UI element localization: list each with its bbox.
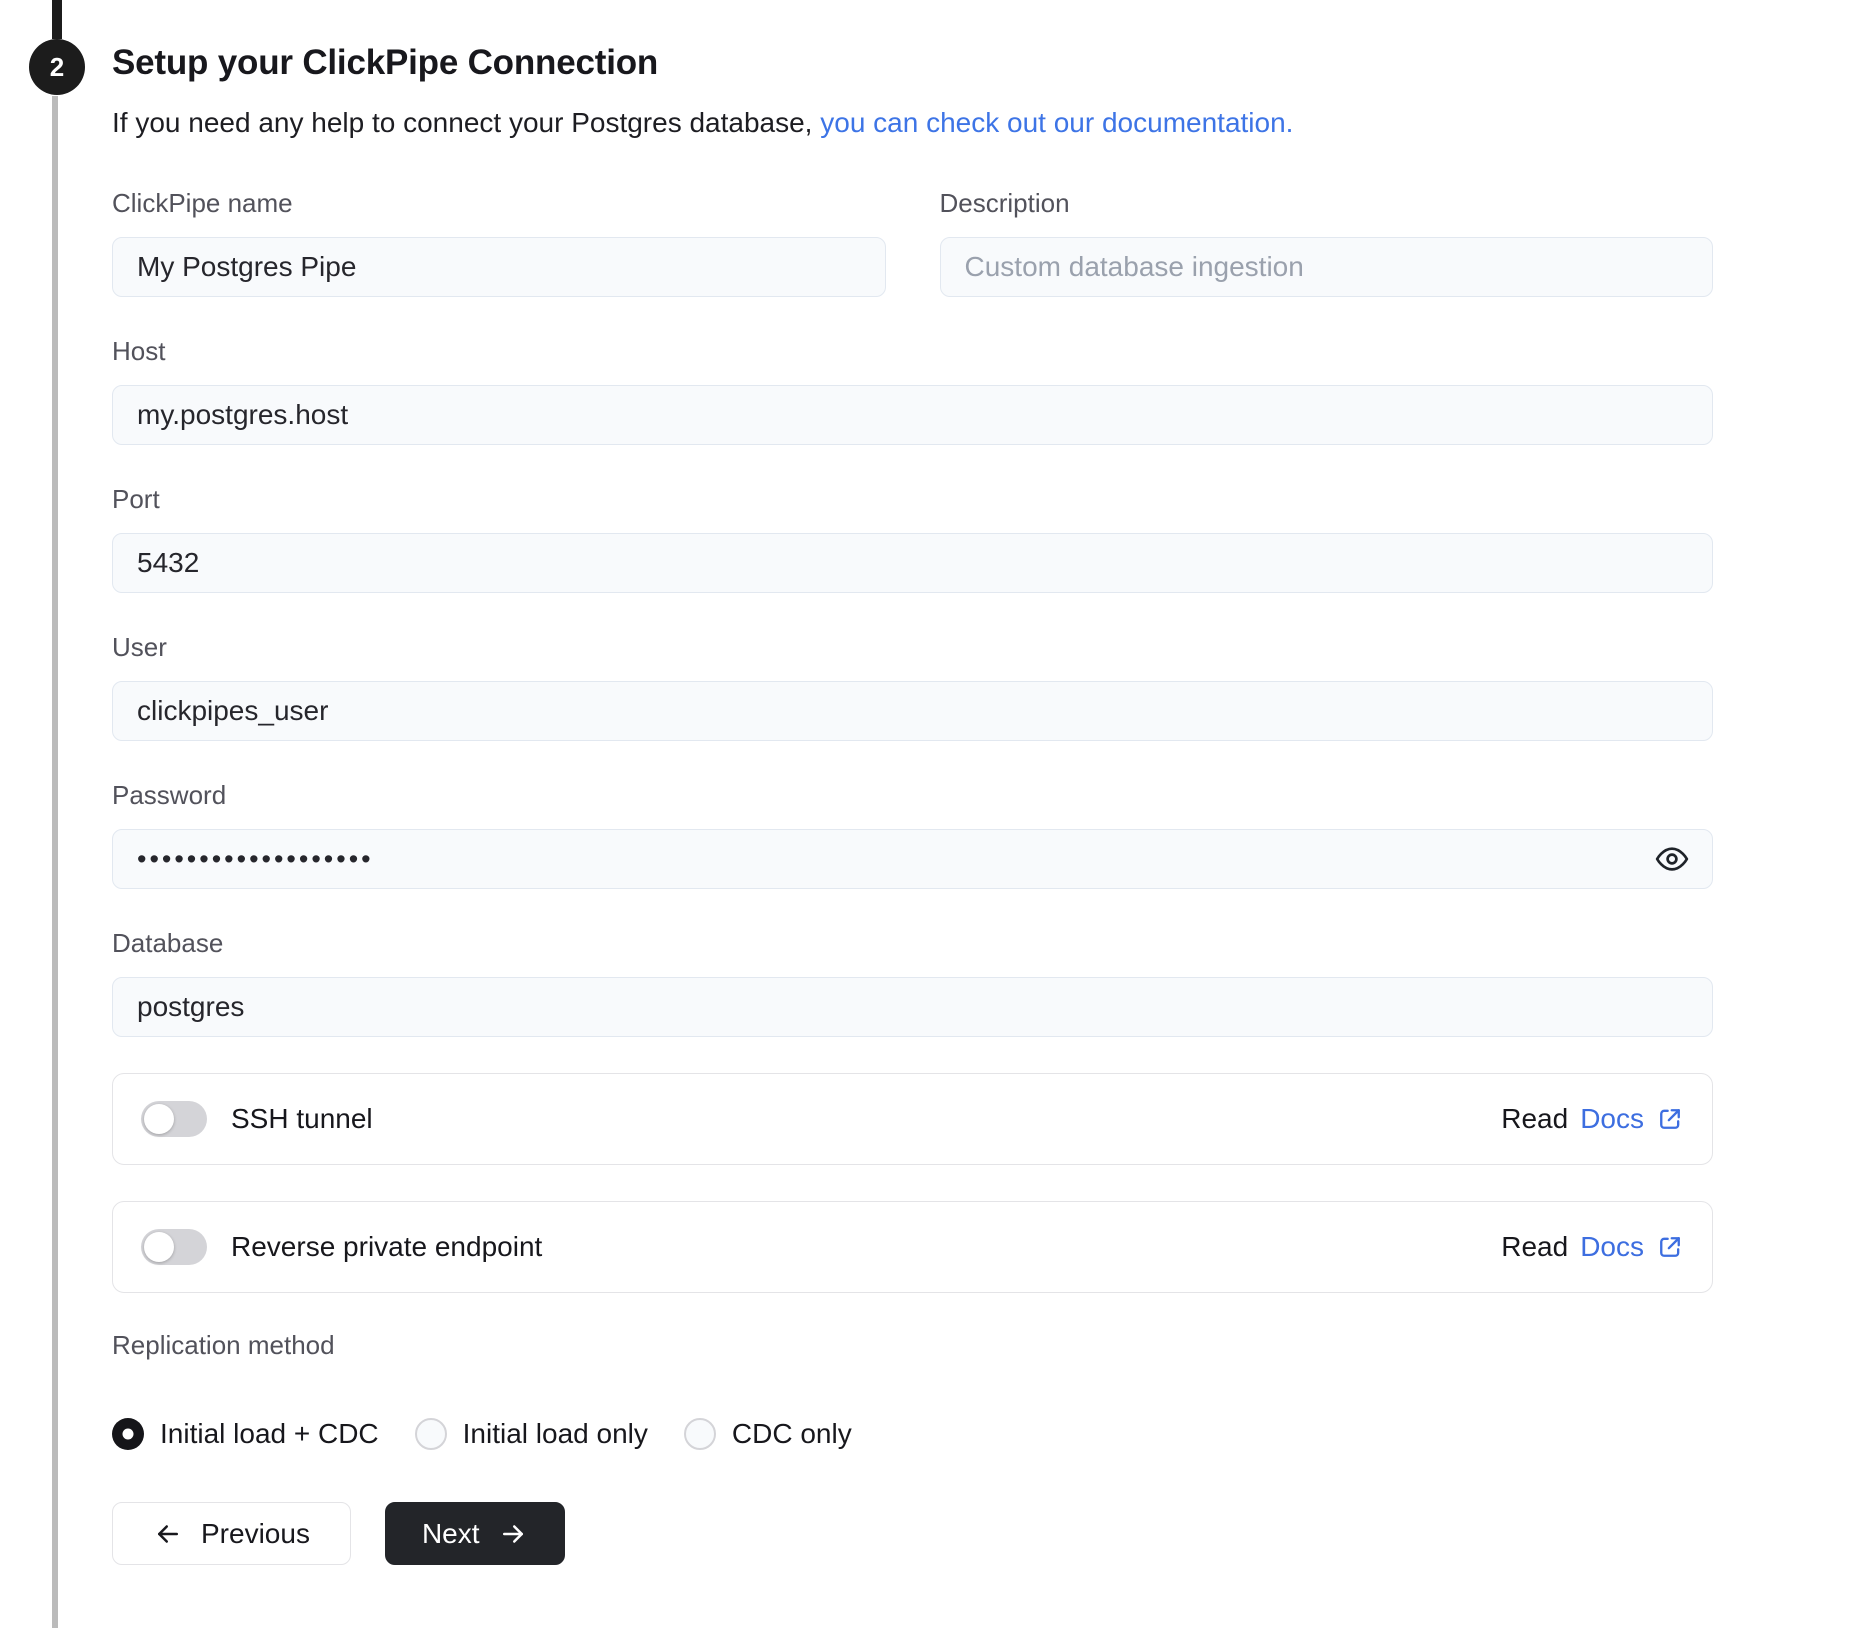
rpe-docs-group: Read Docs (1501, 1231, 1684, 1263)
radio-unselected-icon (414, 1418, 447, 1450)
password-field-group: Password (112, 780, 1713, 889)
database-field-group: Database (112, 928, 1713, 1037)
radio-label: CDC only (731, 1418, 852, 1449)
external-link-icon (1656, 1233, 1684, 1261)
radio-initial-load-only[interactable]: Initial load only (414, 1418, 648, 1450)
external-link-icon (1656, 1105, 1684, 1133)
password-label: Password (112, 780, 227, 810)
port-field-group: Port (112, 484, 1713, 593)
ssh-tunnel-toggle[interactable] (141, 1101, 207, 1137)
next-button-label: Next (421, 1517, 480, 1549)
description-field-group: Description (939, 188, 1713, 297)
replication-method-radio-group: Initial load + CDC Initial load only CDC… (112, 1418, 1713, 1450)
previous-button-label: Previous (201, 1517, 310, 1549)
step-number: 2 (49, 51, 65, 82)
radio-initial-load-cdc[interactable]: Initial load + CDC (112, 1418, 379, 1450)
port-label: Port (112, 484, 160, 514)
help-text: If you need any help to connect your Pos… (112, 106, 1713, 140)
description-input[interactable] (939, 237, 1713, 297)
arrow-right-icon (498, 1519, 528, 1549)
documentation-link[interactable]: you can check out our documentation. (820, 107, 1293, 138)
radio-selected-icon (112, 1418, 144, 1450)
toggle-knob (144, 1232, 174, 1262)
password-input[interactable] (112, 829, 1713, 889)
rpe-docs-link[interactable]: Docs (1580, 1231, 1684, 1263)
reverse-private-endpoint-row: Reverse private endpoint Read Docs (112, 1201, 1713, 1293)
clickpipe-name-input[interactable] (112, 237, 886, 297)
arrow-left-icon (153, 1519, 183, 1549)
reverse-private-endpoint-label: Reverse private endpoint (231, 1231, 543, 1262)
user-input[interactable] (112, 681, 1713, 741)
read-text: Read (1501, 1231, 1569, 1262)
database-input[interactable] (112, 977, 1713, 1037)
step-content: Setup your ClickPipe Connection If you n… (112, 44, 1713, 1565)
stepper-connector-top (52, 0, 62, 39)
read-text: Read (1501, 1103, 1569, 1134)
clickpipe-name-field-group: ClickPipe name (112, 188, 886, 297)
eye-icon (1655, 842, 1689, 876)
help-text-prefix: If you need any help to connect your Pos… (112, 107, 813, 138)
previous-button[interactable]: Previous (112, 1502, 351, 1565)
radio-cdc-only[interactable]: CDC only (683, 1418, 852, 1450)
host-input[interactable] (112, 385, 1713, 445)
ssh-docs-group: Read Docs (1501, 1103, 1684, 1135)
reverse-private-endpoint-toggle[interactable] (141, 1229, 207, 1265)
database-label: Database (112, 928, 224, 958)
host-field-group: Host (112, 336, 1713, 445)
port-input[interactable] (112, 533, 1713, 593)
stepper-connector-bottom (52, 96, 58, 1628)
name-description-row: ClickPipe name Description (112, 188, 1713, 297)
show-password-button[interactable] (1651, 838, 1693, 880)
password-input-wrap (112, 829, 1713, 889)
action-buttons-row: Previous Next (112, 1502, 1713, 1565)
clickpipe-setup-page: 2 Setup your ClickPipe Connection If you… (0, 0, 1862, 1628)
radio-label: Initial load only (462, 1418, 648, 1449)
user-field-group: User (112, 632, 1713, 741)
clickpipe-name-label: ClickPipe name (112, 188, 293, 218)
docs-link-text: Docs (1580, 1231, 1644, 1262)
step-badge: 2 (29, 39, 85, 95)
page-title: Setup your ClickPipe Connection (112, 43, 659, 82)
user-label: User (112, 632, 167, 662)
ssh-tunnel-row: SSH tunnel Read Docs (112, 1073, 1713, 1165)
next-button[interactable]: Next (384, 1502, 565, 1565)
radio-label: Initial load + CDC (160, 1418, 379, 1449)
docs-link-text: Docs (1580, 1103, 1644, 1134)
replication-method-label: Replication method (112, 1330, 335, 1360)
radio-unselected-icon (683, 1418, 716, 1450)
ssh-docs-link[interactable]: Docs (1580, 1103, 1684, 1135)
ssh-tunnel-label: SSH tunnel (231, 1103, 373, 1134)
description-label: Description (939, 188, 1070, 218)
toggle-knob (144, 1104, 174, 1134)
host-label: Host (112, 336, 166, 366)
